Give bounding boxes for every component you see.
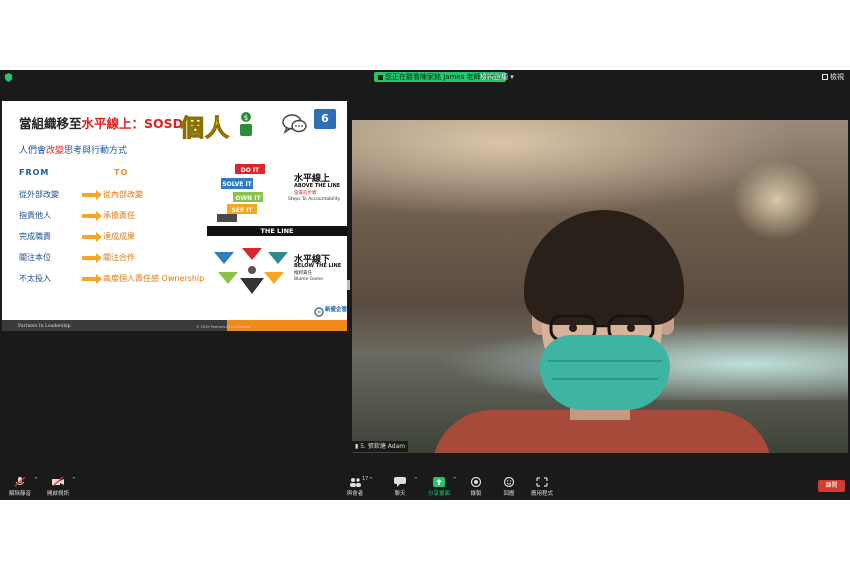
start-video-button[interactable]: ^ 開啟視訊 [38,475,78,500]
leave-button[interactable]: 離開 [818,480,845,492]
slide-title: 當組織移至水平線上：SOSD [19,113,183,132]
step-label: DO IT [241,167,260,174]
step-label: SOLVE IT [222,181,252,188]
step-label: OWN IT [235,195,261,202]
above-line-cn: 當責的步驟 [294,191,317,196]
grid-icon [822,74,828,80]
shared-slide: 當組織移至水平線上：SOSD 個人 $ 6 人們會改變思考與行動方式 FROM … [2,101,347,331]
slide-title-highlight: 水平線上 [81,116,132,131]
transition-row: 不太投入 高度個人責任感 Ownership [19,273,229,285]
to-text: 從內部改變 [103,190,143,199]
slide-number-badge: 6 [314,109,336,129]
the-line-bar: THE LINE [207,226,347,236]
chevron-up-icon[interactable]: ^ [414,477,418,483]
start-video-label: 開啟視訊 [46,491,69,497]
transition-row: 關注本位 關注合作 [19,252,229,264]
from-text: 關注本位 [19,253,51,262]
microphone-muted-icon [14,477,26,487]
slide-title-prefix: 當組織移至 [19,116,82,131]
from-text: 不太投入 [19,274,51,283]
to-text: 承擔責任 [103,211,135,220]
face-mask-fold [552,378,658,380]
svg-text:$: $ [244,114,248,122]
view-options-button[interactable]: 檢視選項 ▾ [480,72,514,82]
top-bar: 您正在觀看陳家銘 James 老師的螢幕 檢視選項 ▾ 檢視 [0,70,850,84]
subtitle-suffix: 思考與行動方式 [64,146,128,156]
from-text: 完成職責 [19,232,51,241]
reaction-icon [503,477,515,487]
accountability-steps-graphic: DO IT SOLVE IT OWN IT SEE IT [217,164,265,222]
person-money-icon: $ [240,112,252,136]
view-options-label: 檢視選項 [480,73,508,81]
split-divider-handle[interactable] [347,280,350,290]
to-text: 高度個人責任感 Ownership [103,274,205,283]
below-line-en: Blame Game [294,277,324,282]
from-text: 指責他人 [19,211,51,220]
from-text: 從外部改變 [19,190,59,199]
apps-label: 應用程式 [530,491,553,497]
chevron-up-icon[interactable]: ^ [369,477,373,483]
record-icon [470,477,482,487]
face-mask-fold [548,360,662,362]
gallery-view-button[interactable]: 檢視 [822,72,844,82]
participants-count: 17 [362,476,369,482]
to-text: 達成成果 [103,232,135,241]
from-header: FROM [19,168,50,177]
slide-subtitle: 人們會改變思考與行動方式 [19,143,127,156]
participants-icon [350,478,361,487]
participant-video[interactable] [352,120,848,453]
chat-bubbles-icon [282,114,307,134]
slide-title-suffix: ：SOSD [131,116,184,131]
transition-row: 從外部改變 從內部改變 [19,189,229,201]
individual-label: 個人 [180,114,230,143]
chevron-up-icon[interactable]: ^ [72,477,76,483]
meeting-toolbar: ^ 解除靜音 ^ 開啟視訊 17 ^ 與會者 ^ 聊天 ^ 分享畫面 錄製 回應… [0,475,850,500]
blame-game-graphic [214,248,288,294]
participants-label: 與會者 [346,491,364,497]
above-line-en: Steps To Accountability [288,197,341,202]
background-blur [732,160,822,240]
transition-row: 完成職責 達成成果 [19,231,229,243]
chevron-down-icon: ▾ [510,73,514,81]
step-label: SEE IT [232,207,254,214]
transition-row: 指責他人 承擔責任 [19,210,229,222]
slide-footer-brand: Partners In Leadership [18,324,71,329]
participant-name: 5. 張欽塘 Adam [360,443,406,450]
participants-button[interactable]: 17 ^ 與會者 [335,475,375,500]
signal-icon: ▮ [355,443,359,450]
participant-name-tag: ▮ 5. 張欽塘 Adam [352,441,409,452]
shield-icon [4,73,13,82]
camera-off-icon [52,477,64,487]
below-line-subtitle: BELOW THE LINE [294,263,342,269]
face-mask [540,335,670,410]
chat-icon [394,477,406,487]
subtitle-highlight: 改變 [46,146,65,156]
subtitle-prefix: 人們會 [19,146,47,156]
gallery-view-label: 檢視 [830,73,844,81]
above-line-subtitle: ABOVE THE LINE [294,183,341,189]
share-indicator-icon [378,74,383,80]
share-screen-icon [433,477,445,487]
to-header: TO [114,168,129,177]
apps-button[interactable]: 應用程式 [522,475,562,500]
apps-icon [536,477,548,487]
slide-footer-copyright: © 2019 Partners In Leadership [196,325,250,329]
to-text: 關注合作 [103,253,135,262]
company-logo-text: 新盛企管 [325,307,347,313]
below-line-cn: 推卸責任 [294,271,312,276]
